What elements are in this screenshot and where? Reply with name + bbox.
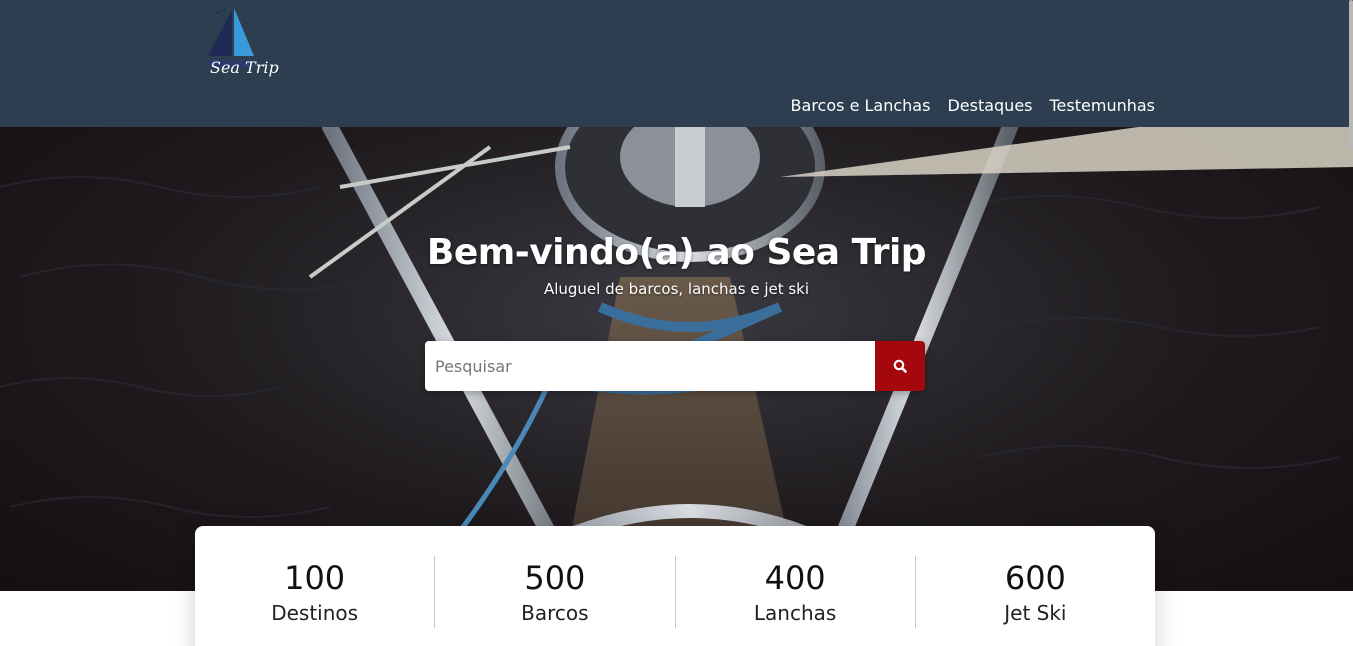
stat-label: Lanchas (753, 601, 837, 625)
stat-number: 400 (764, 559, 826, 597)
stats-panel: 100 Destinos 500 Barcos 400 Lanchas 600 … (195, 526, 1155, 646)
nav-link-destaques[interactable]: Destaques (947, 95, 1032, 117)
search-icon (893, 359, 907, 373)
stat-number: 500 (524, 559, 586, 597)
stat-barcos: 500 Barcos (435, 556, 676, 628)
hero-section: Bem-vindo(a) ao Sea Trip Aluguel de barc… (0, 127, 1353, 591)
navbar: Sea Trip Barcos e Lanchas Destaques Test… (0, 0, 1353, 127)
nav-link-testemunhas[interactable]: Testemunhas (1050, 95, 1156, 117)
hero-subtitle: Aluguel de barcos, lanchas e jet ski (543, 280, 810, 298)
stat-lanchas: 400 Lanchas (676, 556, 916, 628)
stat-jet-ski: 600 Jet Ski (916, 556, 1155, 628)
site-logo[interactable]: Sea Trip (196, 6, 279, 86)
stat-number: 100 (284, 559, 346, 597)
search-input[interactable] (425, 341, 875, 391)
main-nav: Barcos e Lanchas Destaques Testemunhas (791, 95, 1155, 117)
page-scrollbar[interactable] (1349, 0, 1353, 150)
search-form (425, 341, 925, 391)
stat-label: Destinos (271, 601, 359, 625)
search-button[interactable] (875, 341, 925, 391)
hero-title: Bem-vindo(a) ao Sea Trip (426, 232, 927, 273)
nav-link-barcos-lanchas[interactable]: Barcos e Lanchas (791, 95, 931, 117)
stat-destinos: 100 Destinos (195, 556, 436, 628)
stat-number: 600 (1004, 559, 1066, 597)
stat-label: Barcos (521, 601, 589, 625)
stat-label: Jet Ski (1004, 601, 1067, 625)
logo-wordmark: Sea Trip (210, 58, 279, 77)
